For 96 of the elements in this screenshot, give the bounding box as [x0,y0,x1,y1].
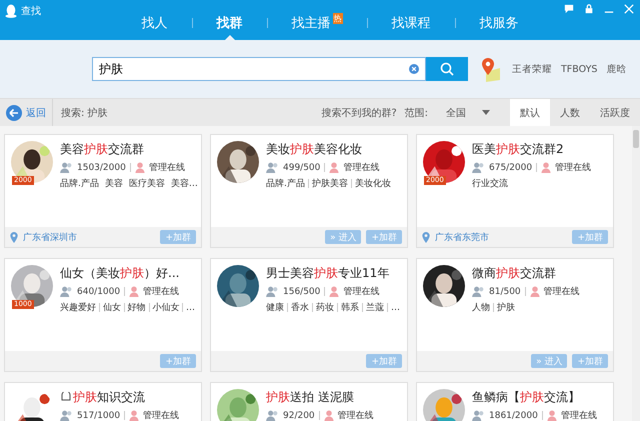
person-icon [546,410,557,421]
group-title: 仙女（美妆护肤）好... [60,265,180,282]
tag-label: 兰蔻 [366,302,384,314]
sort-tab[interactable]: 默认 [510,99,550,126]
group-title: 鱼鳞病【护肤交流】 [472,389,581,406]
member-count: 640/1000 [77,286,120,296]
tag-label: 兴趣爱好 [60,302,96,314]
location-label: 广东省深圳市 [23,232,77,244]
group-title: 医美护肤交流群2 [472,141,565,158]
tag-label: 医疗美容 [128,178,165,190]
group-card[interactable]: 护肤送拍 送泥膜 92/200 管理在线 [210,382,408,421]
hot-keyword-link[interactable]: TFBOYS [561,64,598,74]
tag-label: 品牌.产品 [266,178,305,190]
tag-label: 韩系 [341,302,359,314]
tag-label: … [391,302,400,312]
clear-icon[interactable] [409,64,419,74]
members-icon [266,162,279,173]
members-icon [60,162,73,173]
group-title: 美妆护肤美容化妆 [266,141,363,158]
search-icon [440,62,454,76]
person-icon [324,410,334,421]
tag-label: 药妆 [316,302,334,314]
person-icon [541,162,552,173]
map-pin-icon[interactable] [480,56,502,82]
admin-status: 管理在线 [343,162,380,174]
member-count: 1861/2000 [489,410,538,420]
search-field[interactable]: 护肤 [92,57,426,81]
group-card[interactable]: 护肤知识交流 517/1000 管理在线 [4,382,202,421]
group-card[interactable]: 男士美容护肤专业11年 156/500 管理在线 健康 香水 药妆 韩系 兰蔻 … +加群 [210,258,408,372]
sort-tab[interactable]: 活跃度 [590,99,640,126]
group-title: 男士美容护肤专业11年 [266,265,390,282]
group-title: 护肤送拍 送泥膜 [266,389,355,406]
window-title: 查找 [21,4,41,18]
admin-status: 管理在线 [555,162,592,174]
tag-label: … [186,302,195,312]
location-icon [422,232,430,242]
tag-label: 美容… [170,178,198,190]
person-icon [329,162,340,173]
group-title: 微商护肤交流群 [472,265,557,282]
tag-label: 护肤 [497,302,515,314]
members-icon [60,410,73,421]
scrollbar[interactable] [632,126,640,421]
location-icon [10,232,18,242]
member-count: 499/500 [283,162,320,172]
members-icon [266,410,279,421]
scope-label: 范围: [404,106,428,120]
person-icon [129,286,140,297]
members-icon [472,162,485,173]
member-count: 675/2000 [489,162,532,172]
tag-label: 行业交流 [472,178,508,190]
hot-keyword-link[interactable]: 鹿晗 [606,62,626,76]
scope-dropdown[interactable]: 全国 [440,104,496,120]
admin-status: 管理在线 [143,286,180,298]
admin-status: 管理在线 [338,410,374,421]
close-button[interactable] [624,4,634,14]
feedback-icon[interactable] [564,4,574,14]
member-count: 92/200 [283,410,315,420]
member-count: 81/500 [489,286,521,296]
admin-status: 管理在线 [560,410,597,421]
tag-label: 美容 [104,178,123,190]
tag-label: 小仙女 [152,302,180,314]
tag-label: 仙女 [102,302,121,314]
person-icon [329,286,340,297]
tag-label: 品牌.产品 [60,178,99,190]
group-title: 护肤知识交流 [60,389,180,406]
group-title: 美容护肤交流群 [60,141,145,158]
tag-label: 人物 [472,302,490,314]
admin-status: 管理在线 [343,286,380,298]
members-icon [472,410,485,421]
tag-label: 香水 [291,302,309,314]
search-button[interactable] [426,57,468,81]
search-query-label: 搜索: 护肤 [61,106,108,120]
hot-badge: 热 [332,13,342,24]
lock-icon[interactable] [584,4,594,14]
person-icon [129,410,140,421]
tag-label: 健康 [266,302,284,314]
tag-label: 护肤美容 [312,178,348,190]
member-count: 1503/2000 [77,162,126,172]
member-count: 156/500 [283,286,320,296]
person-icon [134,162,145,173]
tag-label: 美妆化妆 [354,178,391,190]
caret-icon [482,110,490,115]
admin-status: 管理在线 [148,162,185,174]
member-count: 517/1000 [77,410,120,420]
hot-keyword-link[interactable]: 王者荣耀 [512,62,552,76]
group-card[interactable]: 鱼鳞病【护肤交流】 1861/2000 管理在线 [416,382,614,421]
location-label: 广东省东莞市 [435,232,489,244]
members-icon [266,286,279,297]
sort-tab[interactable]: 人数 [550,99,590,126]
person-icon [530,286,540,297]
not-found-link[interactable]: 搜索不到我的群? [321,106,397,120]
admin-status: 管理在线 [544,286,580,298]
members-icon [60,286,73,297]
members-icon [472,286,485,297]
admin-status: 管理在线 [143,410,180,421]
tag-label: 好物 [128,302,146,314]
